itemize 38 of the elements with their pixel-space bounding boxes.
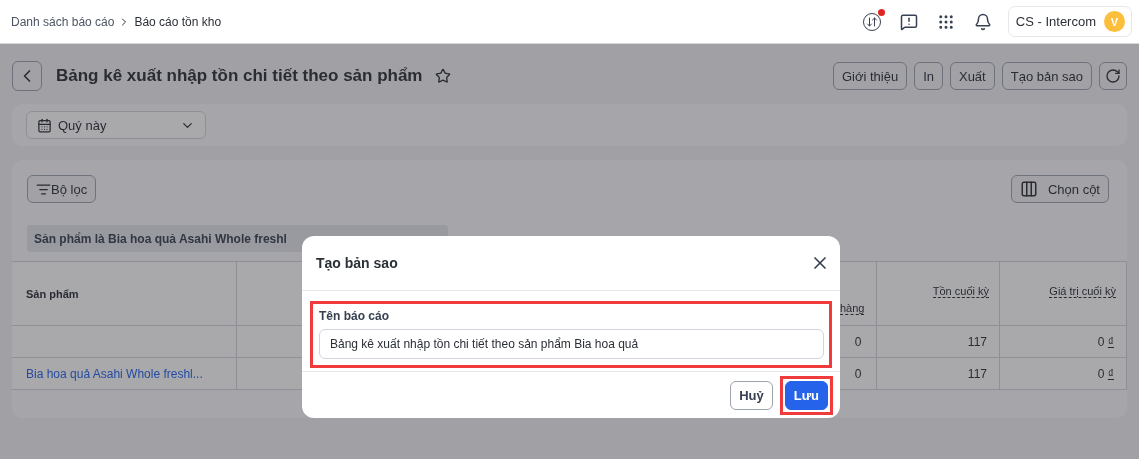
table-header-cell: Giá trị cuối kỳ — [1000, 262, 1127, 326]
back-button[interactable] — [12, 61, 42, 91]
cancel-button[interactable]: Huỷ — [730, 380, 773, 410]
table-cell: 0 — [854, 334, 862, 349]
table-header-cell: Tồn cuối kỳ — [877, 262, 1000, 326]
table-header-cell: Sản phẩm — [12, 262, 237, 326]
filter-button[interactable]: Bộ lọc — [27, 175, 97, 203]
save-button[interactable]: Lưu — [784, 380, 828, 410]
period-select[interactable]: Quý này — [26, 111, 206, 139]
table-cell: 117 — [967, 366, 987, 381]
table-cell: 0 — [854, 366, 862, 381]
calendar-icon — [37, 117, 52, 133]
refresh-button[interactable] — [1099, 62, 1127, 90]
filter-icon — [36, 181, 51, 197]
report-name-field[interactable]: Bảng kê xuất nhập tồn chi tiết theo sản phẩm Bia hoa quả — [319, 329, 824, 359]
page-title: Bảng kê xuất nhập tồn chi tiết theo sản phẩm — [56, 66, 423, 86]
feedback-icon[interactable] — [899, 12, 918, 31]
breadcrumb-link[interactable]: Danh sách báo cáo — [11, 14, 115, 29]
product-link[interactable]: Bia hoa quả Asahi Whole freshl... — [26, 366, 203, 381]
action-button[interactable]: In — [914, 62, 943, 90]
refresh-icon — [1105, 68, 1121, 84]
choose-columns-button[interactable]: Chọn cột — [1010, 175, 1109, 203]
apps-grid-icon[interactable] — [936, 12, 955, 31]
action-button[interactable]: Xuất — [949, 62, 995, 90]
account-button[interactable]: CS - Intercom V — [1007, 6, 1132, 37]
table-cell: 117 — [967, 334, 987, 349]
table-cell: 0 ₫ — [1097, 334, 1114, 349]
star-icon[interactable] — [434, 68, 451, 84]
columns-icon — [1019, 180, 1038, 198]
table-header-cell: hàng — [840, 262, 877, 326]
breadcrumb-link[interactable]: Báo cáo tồn kho — [134, 14, 222, 29]
dialog-title: Tạo bản sao — [316, 255, 398, 271]
field-label: Tên báo cáo — [319, 309, 390, 323]
action-button[interactable]: Tạo bản sao — [1001, 62, 1092, 90]
action-button[interactable]: Giới thiệu — [832, 62, 908, 90]
bell-icon[interactable] — [973, 12, 992, 31]
avatar: V — [1104, 11, 1125, 32]
table-cell: 0 ₫ — [1097, 366, 1114, 381]
